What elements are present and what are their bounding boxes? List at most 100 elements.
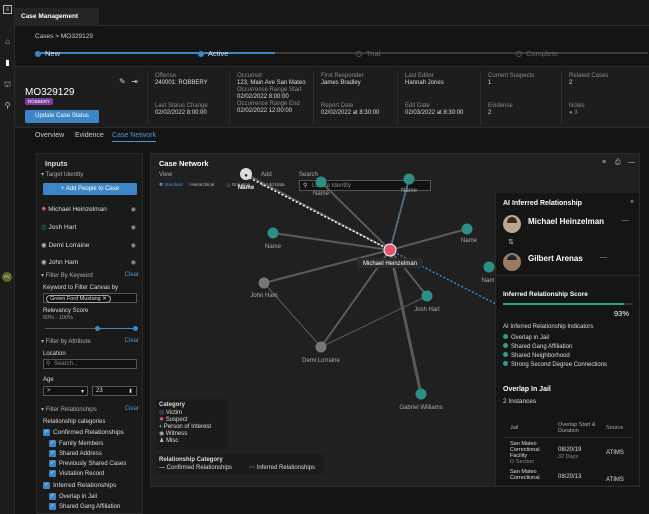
pin-icon: ♦ <box>159 424 163 430</box>
avatar <box>503 253 521 271</box>
close-icon[interactable]: ✕ <box>102 296 107 302</box>
menu-icon[interactable]: ≡ <box>3 5 12 14</box>
print-icon[interactable]: ⎙ <box>615 159 621 167</box>
person-1-name: Michael Heinzelman <box>528 217 605 226</box>
victim-icon: ◎ <box>159 410 165 416</box>
eye-icon[interactable]: ◉ <box>131 259 136 266</box>
tab-evidence[interactable]: Evidence <box>75 132 104 139</box>
node-josh-hart[interactable]: Josh Hart <box>414 290 440 314</box>
legend-victim: ◎ Victim <box>159 410 183 416</box>
divider <box>503 437 633 438</box>
person-row[interactable]: ◉ John Ham <box>41 258 78 266</box>
tab-overview[interactable]: Overview <box>35 132 64 139</box>
slider-handle-min[interactable] <box>95 326 100 331</box>
search-icon[interactable]: ⚲ <box>3 101 12 110</box>
eye-icon[interactable]: ◉ <box>131 224 136 231</box>
person-icon: ♟ <box>159 438 165 444</box>
overlap-in-jail-checkbox[interactable]: ✓ Overlap in Jail <box>49 493 97 500</box>
clear-attribute-link[interactable]: Clear <box>125 338 139 344</box>
node-person[interactable]: Name <box>401 173 418 195</box>
update-case-status-button[interactable]: Update Case Status <box>25 110 99 123</box>
clear-keyword-link[interactable]: Clear <box>125 272 139 278</box>
minimize-icon[interactable]: — <box>628 159 635 166</box>
filter-relationships-section[interactable]: ▾ Filter Relationships <box>41 406 97 413</box>
suspect-icon: ✸ <box>159 417 165 423</box>
node-gabriel-williams[interactable]: Gabriel Williams <box>399 388 443 412</box>
indicator-item: Strong Second Degree Connections <box>503 361 607 368</box>
keyword-input[interactable]: Green Ford Mustang ✕ <box>43 293 137 303</box>
person-row[interactable]: ◉ Demi Lorraine <box>41 241 89 249</box>
inferred-checkbox[interactable]: ✓ Inferred Relationships <box>43 482 116 489</box>
related-cases-field: Related Cases 2 <box>569 73 609 86</box>
export-icon[interactable]: ⇥ <box>131 77 138 86</box>
person-row[interactable]: ✸ Michael Heinzelman <box>41 205 107 213</box>
target-identity-section[interactable]: ▾ Target Identity <box>41 171 83 178</box>
edit-icon[interactable]: ✎ <box>119 77 126 86</box>
legend-inferred: ⋯ Inferred Relationships <box>249 465 316 471</box>
location-input[interactable]: ⚲ Search... <box>43 359 137 369</box>
report-date-field: Report Date 02/02/2022 at 8:30:00 <box>321 103 380 116</box>
circle-icon <box>516 50 522 57</box>
node-label: Gabriel Williams <box>399 405 442 411</box>
breadcrumb-root[interactable]: Cases <box>35 33 53 40</box>
family-members-checkbox[interactable]: ✓ Family Members <box>49 440 103 447</box>
node-victim[interactable]: ● Name <box>238 168 255 191</box>
list-view-icon[interactable]: ≡ <box>602 159 606 166</box>
clear-relationships-link[interactable]: Clear <box>125 406 139 412</box>
node-person[interactable]: Name <box>265 227 282 251</box>
age-operator-select[interactable]: > ▾ <box>43 386 88 396</box>
bank-icon[interactable]: ⛫ <box>3 80 12 89</box>
score-bar-fill <box>503 303 624 305</box>
slider-handle-max[interactable] <box>133 326 138 331</box>
case-progress: New Active Trial Complete <box>15 46 649 64</box>
eye-icon[interactable]: ◉ <box>131 206 136 213</box>
inputs-panel: Inputs ▾ Target Identity + Add People to… <box>36 153 143 514</box>
node-demi-lorraine[interactable]: Demi Lorraine <box>302 341 341 365</box>
stage-active: Active <box>198 49 228 58</box>
keyword-label: Keyword to Filter Canvas by <box>43 285 119 291</box>
visitation-record-checkbox[interactable]: ✓ Visitation Record <box>49 470 104 477</box>
person-row[interactable]: ◎ Josh Hart <box>41 223 76 231</box>
relevancy-range: 60% - 100% <box>43 315 73 321</box>
score-value: 93% <box>614 309 630 318</box>
suspect-icon: ✸ <box>41 206 47 213</box>
check-icon <box>198 50 204 57</box>
legend-person-of-interest: ♦ Person of Interest <box>159 424 212 430</box>
shared-gang-affiliation-checkbox[interactable]: ✓ Shared Gang Affiliation <box>49 503 120 510</box>
eye-icon[interactable]: ◉ <box>131 242 136 249</box>
first-responder-field: First Responder James Bradley <box>321 73 364 86</box>
tab-case-network[interactable]: Case Network <box>112 132 156 142</box>
last-status-change-field: Last Status Change 02/02/2022 8:00:00 <box>155 103 208 116</box>
add-people-button[interactable]: + Add People to Case <box>43 183 137 195</box>
home-icon[interactable]: ⌂ <box>3 37 12 46</box>
relevancy-label: Relevancy Score <box>43 308 89 314</box>
breadcrumb-separator: > <box>55 33 60 40</box>
edit-date-field: Edit Date 02/03/2022 at 8:30:00 <box>405 103 464 116</box>
col-overlap: Overlap Start & Duration <box>558 422 596 434</box>
age-value-stepper[interactable]: 23 ⬍ <box>92 386 137 396</box>
shared-address-checkbox[interactable]: ✓ Shared Address <box>49 450 102 457</box>
previously-shared-cases-checkbox[interactable]: ✓ Previously Shared Cases <box>49 460 126 467</box>
overlap-title: Overlap In Jail <box>503 386 551 393</box>
tab-case-management[interactable]: Case Management <box>15 8 99 26</box>
node-person[interactable]: Nam <box>482 261 495 285</box>
filter-keyword-section[interactable]: ▾ Filter By Keyword <box>41 272 93 279</box>
legend-rel-title: Relationship Category <box>159 457 223 463</box>
node-person[interactable]: Name <box>461 223 478 245</box>
ai-panel-title: AI Inferred Relationship <box>503 200 582 207</box>
dash-icon: — <box>622 217 629 224</box>
case-header: MO329129 ROBBERY ✎ ⇥ Update Case Status … <box>15 66 649 128</box>
keyword-chip[interactable]: Green Ford Mustang ✕ <box>46 295 111 303</box>
close-icon[interactable]: × <box>630 199 634 206</box>
person-of-interest-icon: ◎ <box>41 224 47 231</box>
case-type-badge: ROBBERY <box>25 98 53 105</box>
document-icon[interactable]: ▮ <box>3 58 12 67</box>
indicators-title: AI Inferred Relationship Indicators <box>503 324 594 330</box>
avatar[interactable]: RV <box>2 272 12 282</box>
filter-attribute-section[interactable]: ▾ Filter by Attribute <box>41 338 91 345</box>
confirmed-checkbox[interactable]: ✓ Confirmed Relationships <box>43 429 124 436</box>
indicator-item: Overlap in Jail <box>503 334 549 341</box>
legend-suspect: ✸ Suspect <box>159 417 188 423</box>
node-label: Name <box>313 191 330 197</box>
case-tabs: Overview Evidence Case Network <box>15 130 649 144</box>
